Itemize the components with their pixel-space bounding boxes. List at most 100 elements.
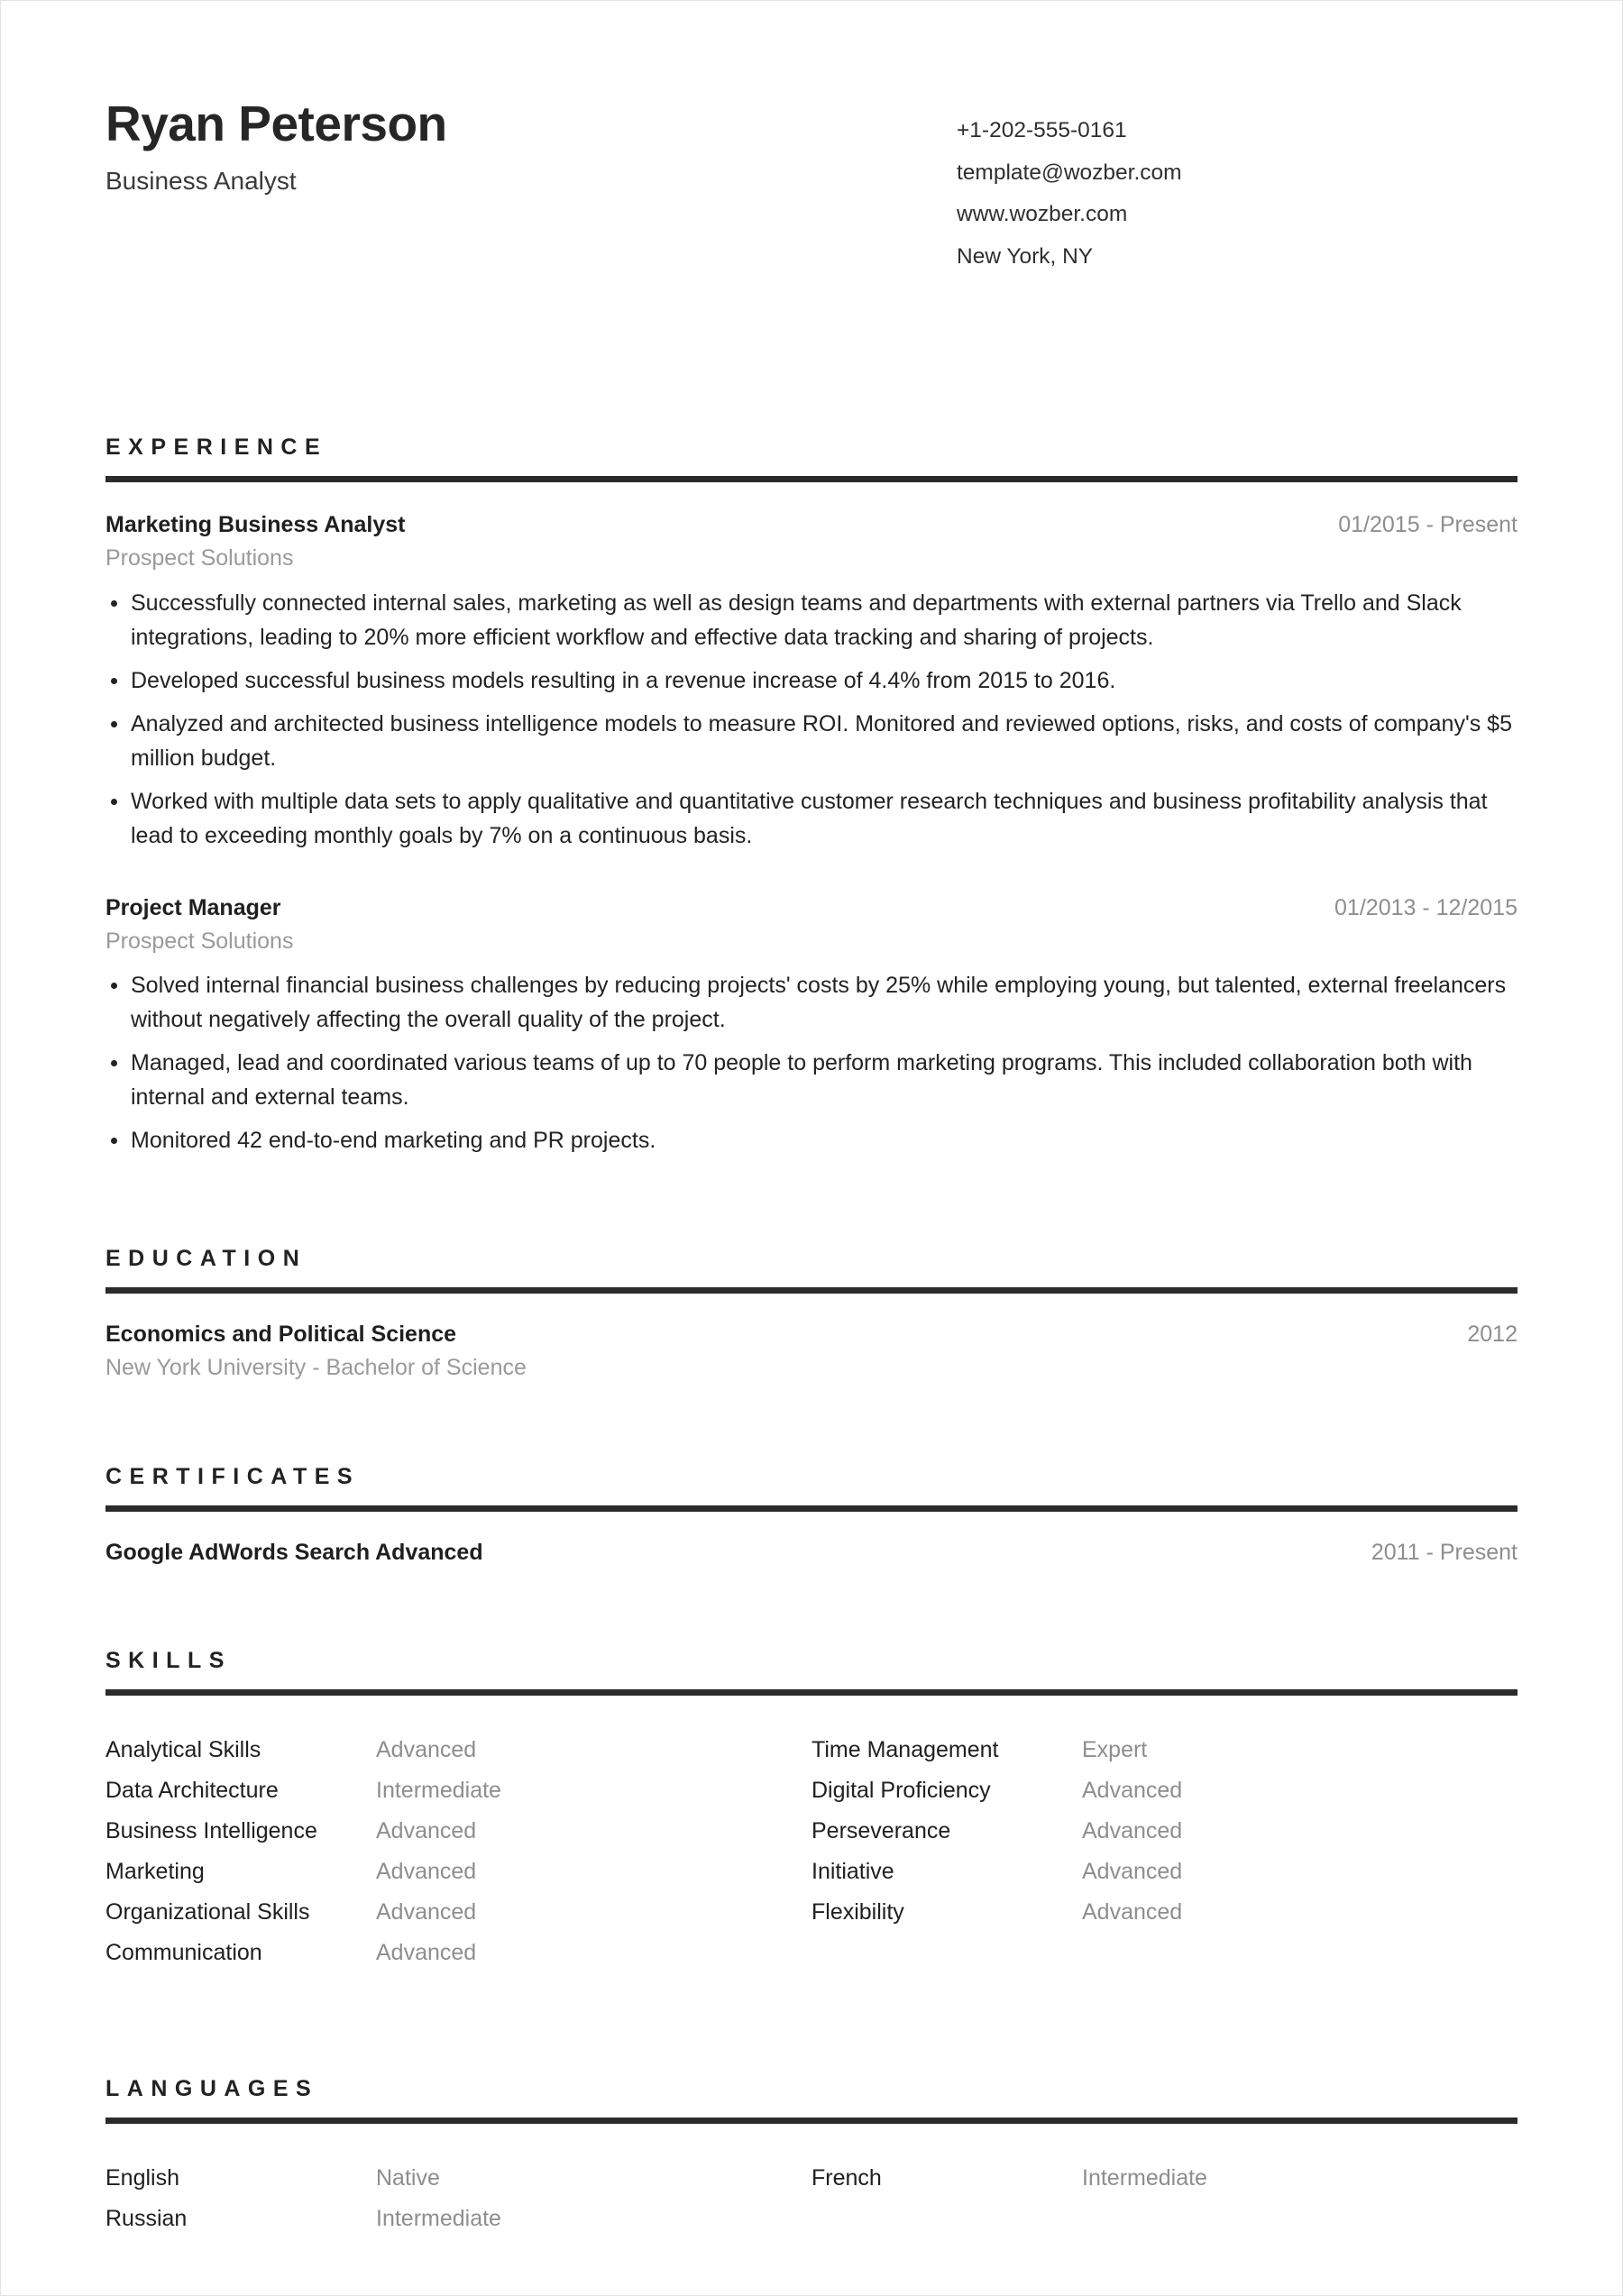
skill-name: Time Management (812, 1736, 999, 1762)
skill-row: Perseverance Advanced (812, 1811, 1518, 1852)
bullet-item: Worked with multiple data sets to apply … (105, 784, 1518, 853)
skill-row: Business Intelligence Advanced (105, 1811, 812, 1852)
skill-level: Intermediate (376, 1777, 501, 1803)
resume-content: Ryan Peterson Business Analyst +1-202-55… (105, 0, 1518, 2239)
entry-header: Project Manager 01/2013 - 12/2015 (105, 894, 1518, 922)
section-divider (105, 476, 1518, 482)
bullet-item: Analyzed and architected business intell… (105, 707, 1518, 775)
section-title-education: EDUCATION (105, 1246, 307, 1271)
skill-name: Digital Proficiency (812, 1777, 991, 1803)
skills-grid: Analytical Skills Advanced Data Architec… (105, 1730, 1518, 1973)
identity-block: Ryan Peterson Business Analyst (105, 96, 953, 197)
skill-level: Advanced (376, 1858, 477, 1884)
section-title-certificates: CERTIFICATES (105, 1463, 361, 1489)
contact-phone: +1-202-555-0161 (957, 118, 1127, 142)
language-name: English (105, 2164, 179, 2191)
job-title: Business Analyst (105, 167, 297, 196)
section-title-skills: SKILLS (105, 1647, 232, 1673)
skill-name: Initiative (812, 1858, 894, 1884)
bullet-item: Successfully connected internal sales, m… (105, 586, 1518, 654)
education-entries: Economics and Political Science 2012 New… (105, 1321, 1518, 1383)
certificate-entry: Google AdWords Search Advanced 2011 - Pr… (105, 1539, 1518, 1567)
skill-level: Advanced (376, 1817, 477, 1843)
skill-row: Organizational Skills Advanced (105, 1892, 812, 1933)
skill-row: Digital Proficiency Advanced (812, 1770, 1518, 1811)
skill-row: Data Architecture Intermediate (105, 1770, 812, 1811)
entry-header: Economics and Political Science 2012 (105, 1321, 1518, 1349)
skill-name: Organizational Skills (105, 1898, 310, 1925)
contact-block: +1-202-555-0161 template@wozber.com www.… (953, 97, 1518, 278)
skill-row: Flexibility Advanced (812, 1892, 1518, 1933)
entry-header: Google AdWords Search Advanced 2011 - Pr… (105, 1539, 1518, 1567)
section-title-languages: LANGUAGES (105, 2075, 319, 2101)
skill-name: Analytical Skills (105, 1736, 261, 1762)
section-divider (105, 1505, 1518, 1512)
section-experience: EXPERIENCE Marketing Business Analyst 01… (105, 436, 1518, 1157)
entry-job-title: Project Manager (105, 894, 281, 920)
entry-date: 01/2013 - 12/2015 (1334, 894, 1518, 920)
section-languages: LANGUAGES English Native Russian Interme… (105, 2075, 1518, 2239)
entry-bullet-list: Solved internal financial business chall… (105, 968, 1518, 1157)
entry-certificate-title: Google AdWords Search Advanced (105, 1539, 483, 1565)
skill-level: Advanced (1082, 1777, 1183, 1803)
contact-email: template@wozber.com (957, 160, 1182, 185)
language-name: Russian (105, 2205, 188, 2231)
skills-column-right: Time Management Expert Digital Proficien… (812, 1730, 1518, 1973)
section-certificates: CERTIFICATES Google AdWords Search Advan… (105, 1463, 1518, 1567)
entry-bullet-list: Successfully connected internal sales, m… (105, 586, 1518, 853)
entry-institution: New York University - Bachelor of Scienc… (105, 1355, 527, 1381)
section-title-experience: EXPERIENCE (105, 435, 328, 460)
language-level: Intermediate (376, 2205, 501, 2231)
skill-level: Expert (1082, 1736, 1148, 1762)
entry-date: 2012 (1467, 1322, 1518, 1347)
full-name: Ryan Peterson (105, 96, 447, 151)
skill-name: Perseverance (812, 1817, 951, 1843)
bullet-item: Developed successful business models res… (105, 663, 1518, 698)
entry-job-title: Marketing Business Analyst (105, 512, 406, 537)
language-row: Russian Intermediate (105, 2199, 812, 2239)
certificate-entries: Google AdWords Search Advanced 2011 - Pr… (105, 1539, 1518, 1567)
entry-date: 01/2015 - Present (1338, 512, 1518, 537)
contact-website: www.wozber.com (957, 202, 1128, 226)
skill-name: Marketing (105, 1858, 205, 1884)
experience-entry: Project Manager 01/2013 - 12/2015 Prospe… (105, 894, 1518, 1158)
skill-row: Marketing Advanced (105, 1852, 812, 1892)
skill-row: Time Management Expert (812, 1730, 1518, 1770)
skill-level: Advanced (376, 1898, 477, 1925)
section-divider (105, 1688, 1518, 1696)
languages-grid: English Native Russian Intermediate Fren… (105, 2158, 1518, 2239)
language-level: Intermediate (1082, 2164, 1207, 2191)
skill-level: Advanced (376, 1736, 477, 1762)
language-level: Native (376, 2164, 440, 2191)
section-divider (105, 1287, 1518, 1294)
entry-company: Prospect Solutions (105, 545, 294, 572)
entry-company: Prospect Solutions (105, 928, 294, 954)
language-row: French Intermediate (812, 2158, 1518, 2199)
section-education: EDUCATION Economics and Political Scienc… (105, 1248, 1518, 1383)
bullet-item: Monitored 42 end-to-end marketing and PR… (105, 1123, 1518, 1157)
education-entry: Economics and Political Science 2012 New… (105, 1321, 1518, 1383)
entry-header: Marketing Business Analyst 01/2015 - Pre… (105, 511, 1518, 539)
skill-name: Communication (105, 1939, 262, 1965)
entry-date: 2011 - Present (1371, 1539, 1518, 1565)
section-divider (105, 2117, 1518, 2124)
language-name: French (812, 2164, 882, 2191)
language-row: English Native (105, 2158, 812, 2199)
skill-level: Advanced (1082, 1817, 1183, 1843)
resume-page: Ryan Peterson Business Analyst +1-202-55… (0, 0, 1623, 2296)
skill-row: Initiative Advanced (812, 1852, 1518, 1892)
experience-entries: Marketing Business Analyst 01/2015 - Pre… (105, 511, 1518, 1157)
languages-column-left: English Native Russian Intermediate (105, 2158, 812, 2239)
skill-level: Advanced (1082, 1858, 1183, 1884)
entry-degree-title: Economics and Political Science (105, 1322, 457, 1347)
skill-row: Analytical Skills Advanced (105, 1730, 812, 1770)
languages-column-right: French Intermediate (812, 2158, 1518, 2239)
experience-entry: Marketing Business Analyst 01/2015 - Pre… (105, 511, 1518, 853)
resume-header: Ryan Peterson Business Analyst +1-202-55… (105, 0, 1518, 278)
skill-name: Business Intelligence (105, 1817, 317, 1843)
skill-level: Advanced (1082, 1898, 1183, 1925)
skill-name: Flexibility (812, 1898, 904, 1925)
skill-row: Communication Advanced (105, 1933, 812, 1973)
skills-column-left: Analytical Skills Advanced Data Architec… (105, 1730, 812, 1973)
section-skills: SKILLS Analytical Skills Advanced Data A… (105, 1647, 1518, 1973)
